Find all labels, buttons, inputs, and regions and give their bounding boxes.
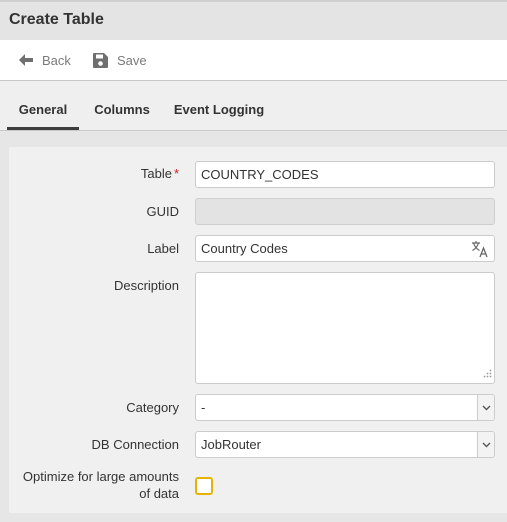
guid-input [195, 198, 495, 225]
table-name-input[interactable]: COUNTRY_CODES [195, 161, 495, 188]
table-label: Table * [141, 166, 179, 181]
db-connection-label: DB Connection [91, 437, 179, 452]
back-button[interactable]: Back [19, 40, 71, 80]
label-input[interactable]: Country Codes [195, 235, 495, 262]
page-header: Create Table [0, 2, 507, 40]
chevron-down-icon[interactable] [477, 432, 494, 457]
label-value: Country Codes [201, 241, 288, 256]
tab-columns[interactable]: Columns [89, 81, 155, 130]
floppy-disk-icon [93, 52, 108, 68]
translate-icon[interactable] [471, 240, 489, 266]
tab-bar: General Columns Event Logging [0, 81, 507, 131]
category-value: - [201, 400, 206, 415]
description-textarea[interactable] [195, 272, 495, 384]
table-label-text: Table [140, 166, 172, 181]
category-label: Category [126, 400, 179, 415]
db-connection-select[interactable]: JobRouter [195, 431, 495, 458]
toolbar: Back Save [0, 40, 507, 81]
tab-general[interactable]: General [7, 81, 79, 130]
page-title: Create Table [9, 11, 104, 28]
chevron-down-icon[interactable] [477, 395, 494, 420]
tab-event-logging[interactable]: Event Logging [170, 81, 268, 130]
back-label: Back [42, 52, 71, 68]
table-name-value: COUNTRY_CODES [201, 167, 319, 182]
general-form: Table * COUNTRY_CODES GUID Label Country … [9, 147, 507, 513]
resize-grip-icon[interactable] [483, 366, 492, 381]
optimize-label: Optimize for large amounts of data [22, 469, 179, 501]
required-mark: * [173, 166, 179, 181]
save-label: Save [117, 52, 147, 68]
description-label: Description [113, 278, 179, 293]
arrow-left-icon [19, 54, 33, 66]
guid-label: GUID [146, 204, 180, 219]
label-label: Label [147, 241, 179, 256]
category-select[interactable]: - [195, 394, 495, 421]
optimize-checkbox[interactable] [195, 477, 213, 495]
save-button[interactable]: Save [93, 40, 147, 80]
db-connection-value: JobRouter [201, 437, 261, 452]
